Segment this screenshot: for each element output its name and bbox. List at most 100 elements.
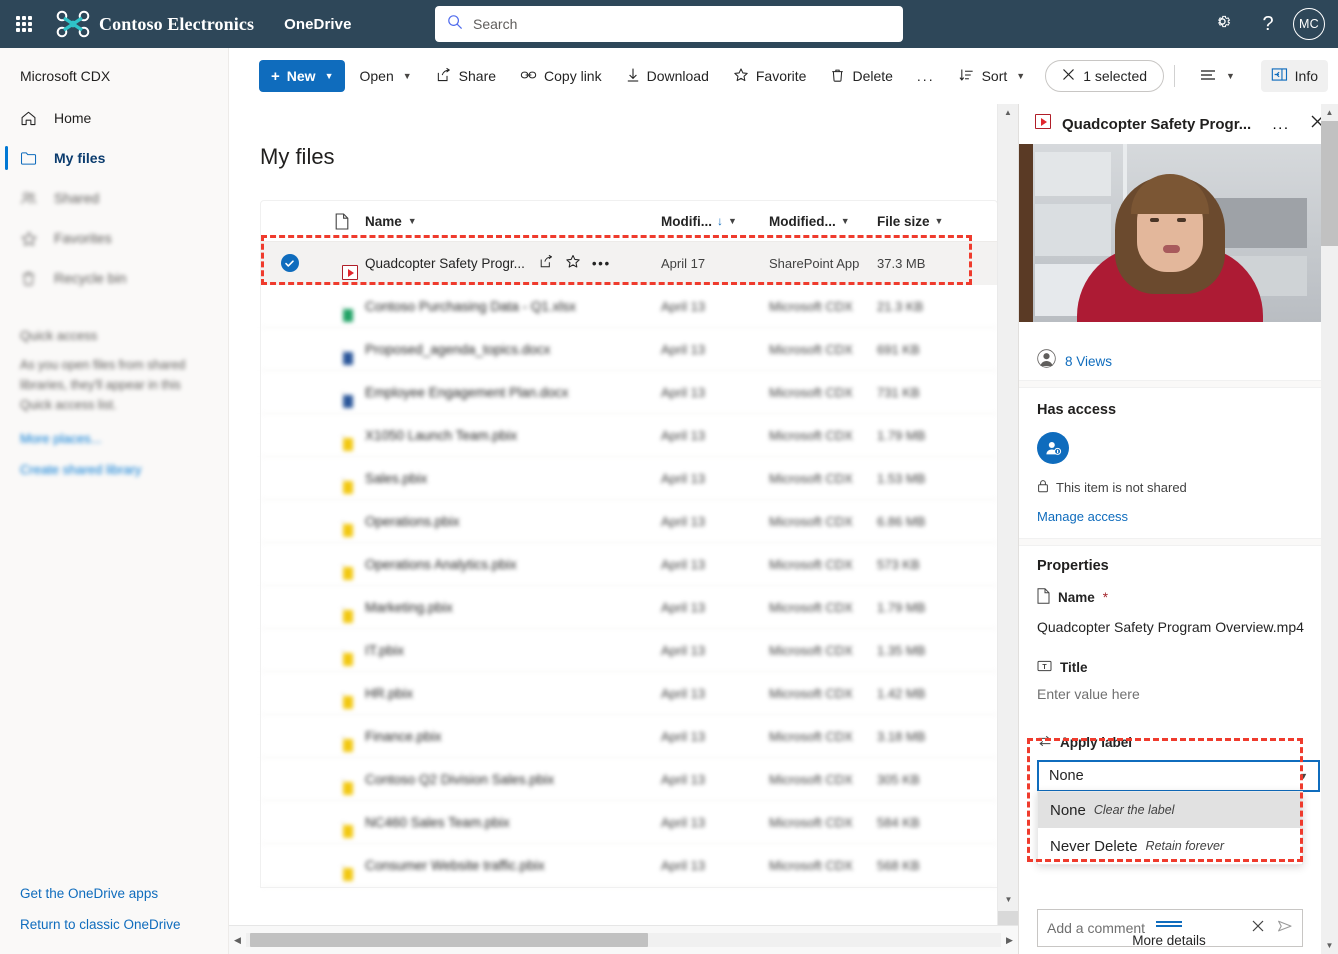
row-name-cell[interactable]: Proposed_agenda_topics.docx (365, 342, 661, 357)
property-name-value[interactable]: Quadcopter Safety Program Overview.mp4 (1037, 617, 1320, 637)
table-row[interactable]: X1050 Launch Team.pbixApril 13Microsoft … (261, 414, 997, 457)
scroll-right-icon[interactable]: ▶ (1001, 935, 1018, 946)
app-launcher-button[interactable] (0, 0, 48, 48)
brand-name[interactable]: Contoso Electronics (99, 14, 254, 35)
row-checkbox[interactable] (281, 426, 299, 444)
open-button[interactable]: Open ▼ (349, 60, 421, 92)
column-header-file-size[interactable]: File size ▼ (877, 214, 977, 229)
search-input[interactable] (473, 16, 873, 32)
row-name-cell[interactable]: Finance.pbix (365, 729, 661, 744)
share-icon[interactable] (539, 254, 554, 272)
row-name-cell[interactable]: Employee Engagement Plan.docx (365, 385, 661, 400)
more-places-link[interactable]: More places... (0, 415, 228, 446)
row-checkbox[interactable] (281, 383, 299, 401)
app-name[interactable]: OneDrive (284, 16, 352, 33)
return-to-classic-link[interactable]: Return to classic OneDrive (0, 909, 229, 940)
apply-label-dropdown[interactable]: None ▼ (1037, 760, 1320, 792)
row-checkbox[interactable] (281, 340, 299, 358)
row-file-name[interactable]: Contoso Q2 Division Sales.pbix (365, 772, 554, 787)
row-checkbox[interactable] (281, 856, 299, 874)
table-row[interactable]: Consumer Website traffic.pbixApril 13Mic… (261, 844, 997, 887)
row-select-cell[interactable] (261, 297, 318, 315)
row-checkbox-checked[interactable] (281, 254, 299, 272)
row-file-name[interactable]: Employee Engagement Plan.docx (365, 385, 568, 400)
table-row[interactable]: Employee Engagement Plan.docxApril 13Mic… (261, 371, 997, 414)
ellipsis-icon[interactable]: ••• (592, 256, 611, 271)
column-header-name[interactable]: Name ▼ (365, 214, 661, 229)
row-select-cell[interactable] (261, 512, 318, 530)
access-owner-avatar[interactable] (1037, 432, 1069, 464)
resize-grip-icon[interactable] (1156, 925, 1182, 927)
row-file-name[interactable]: IT.pbix (365, 643, 404, 658)
details-scrollbar-thumb[interactable] (1321, 121, 1338, 246)
settings-button[interactable] (1199, 0, 1245, 48)
row-name-cell[interactable]: Sales.pbix (365, 471, 661, 486)
file-list-vertical-scrollbar[interactable]: ▲ ▼ (997, 104, 1018, 925)
row-select-cell[interactable] (261, 426, 318, 444)
get-onedrive-apps-link[interactable]: Get the OneDrive apps (0, 878, 229, 909)
table-row[interactable]: HR.pbixApril 13Microsoft CDX1.42 MB (261, 672, 997, 715)
row-name-cell[interactable]: Marketing.pbix (365, 600, 661, 615)
apply-label-dropdown-list[interactable]: None Clear the label Never Delete Retain… (1037, 791, 1303, 865)
property-title-input[interactable]: Enter value here (1037, 686, 1320, 702)
star-icon[interactable] (565, 254, 581, 272)
copy-link-button[interactable]: Copy link (510, 60, 612, 92)
row-select-cell[interactable] (261, 598, 318, 616)
row-file-name[interactable]: HR.pbix (365, 686, 413, 701)
create-shared-library-link[interactable]: Create shared library (0, 446, 228, 477)
table-row[interactable]: Contoso Q2 Division Sales.pbixApril 13Mi… (261, 758, 997, 801)
row-name-cell[interactable]: IT.pbix (365, 643, 661, 658)
download-button[interactable]: Download (616, 60, 719, 92)
view-options-button[interactable]: ▼ (1189, 60, 1245, 92)
table-row[interactable]: Marketing.pbixApril 13Microsoft CDX1.79 … (261, 586, 997, 629)
row-checkbox[interactable] (281, 598, 299, 616)
table-row[interactable]: Finance.pbixApril 13Microsoft CDX3.18 MB (261, 715, 997, 758)
sidebar-item-favorites[interactable]: Favorites (0, 218, 228, 258)
table-row[interactable]: Operations.pbixApril 13Microsoft CDX6.86… (261, 500, 997, 543)
apply-label-option-none[interactable]: None Clear the label (1038, 792, 1302, 828)
row-name-cell[interactable]: Operations Analytics.pbix (365, 557, 661, 572)
row-select-cell[interactable] (261, 684, 318, 702)
row-file-name[interactable]: Marketing.pbix (365, 600, 453, 615)
resize-grip-icon[interactable] (1156, 921, 1182, 923)
table-row[interactable]: Contoso Purchasing Data - Q1.xlsxApril 1… (261, 285, 997, 328)
file-list-horizontal-scrollbar[interactable]: ◀ ▶ (229, 925, 1018, 954)
scroll-left-icon[interactable]: ◀ (229, 935, 246, 946)
row-checkbox[interactable] (281, 770, 299, 788)
video-thumbnail[interactable] (1019, 144, 1321, 322)
avatar[interactable]: MC (1293, 8, 1325, 40)
help-button[interactable]: ? (1245, 0, 1291, 48)
column-header-modified-by[interactable]: Modified... ▼ (769, 214, 877, 229)
selection-count-pill[interactable]: 1 selected (1045, 60, 1164, 92)
delete-button[interactable]: Delete (820, 60, 902, 92)
row-checkbox[interactable] (281, 641, 299, 659)
row-select-cell[interactable] (261, 770, 318, 788)
row-select-cell[interactable] (261, 254, 318, 272)
row-select-cell[interactable] (261, 727, 318, 745)
row-select-cell[interactable] (261, 813, 318, 831)
row-name-cell[interactable]: Operations.pbix (365, 514, 661, 529)
row-name-cell[interactable]: Contoso Q2 Division Sales.pbix (365, 772, 661, 787)
more-details-label[interactable]: More details (1019, 933, 1319, 948)
table-row[interactable]: Proposed_agenda_topics.docxApril 13Micro… (261, 328, 997, 371)
row-select-cell[interactable] (261, 641, 318, 659)
table-row[interactable]: IT.pbixApril 13Microsoft CDX1.35 MB (261, 629, 997, 672)
row-file-name[interactable]: Consumer Website traffic.pbix (365, 858, 545, 873)
row-file-name[interactable]: Quadcopter Safety Progr... (365, 256, 525, 271)
row-file-name[interactable]: Proposed_agenda_topics.docx (365, 342, 550, 357)
row-checkbox[interactable] (281, 555, 299, 573)
sidebar-item-my-files[interactable]: My files (0, 138, 228, 178)
row-select-cell[interactable] (261, 383, 318, 401)
contoso-logo-icon[interactable] (56, 10, 90, 38)
scroll-up-icon[interactable]: ▲ (1321, 104, 1338, 121)
row-name-cell[interactable]: Contoso Purchasing Data - Q1.xlsx (365, 299, 661, 314)
row-select-cell[interactable] (261, 469, 318, 487)
column-header-modified[interactable]: Modifi... ↓ ▼ (661, 214, 769, 229)
table-row[interactable]: Sales.pbixApril 13Microsoft CDX1.53 MB (261, 457, 997, 500)
apply-label-option-never-delete[interactable]: Never Delete Retain forever (1038, 828, 1302, 864)
hscroll-thumb[interactable] (250, 933, 648, 947)
info-pane-button[interactable]: Info (1261, 60, 1328, 92)
row-checkbox[interactable] (281, 727, 299, 745)
row-checkbox[interactable] (281, 297, 299, 315)
row-file-name[interactable]: Sales.pbix (365, 471, 427, 486)
